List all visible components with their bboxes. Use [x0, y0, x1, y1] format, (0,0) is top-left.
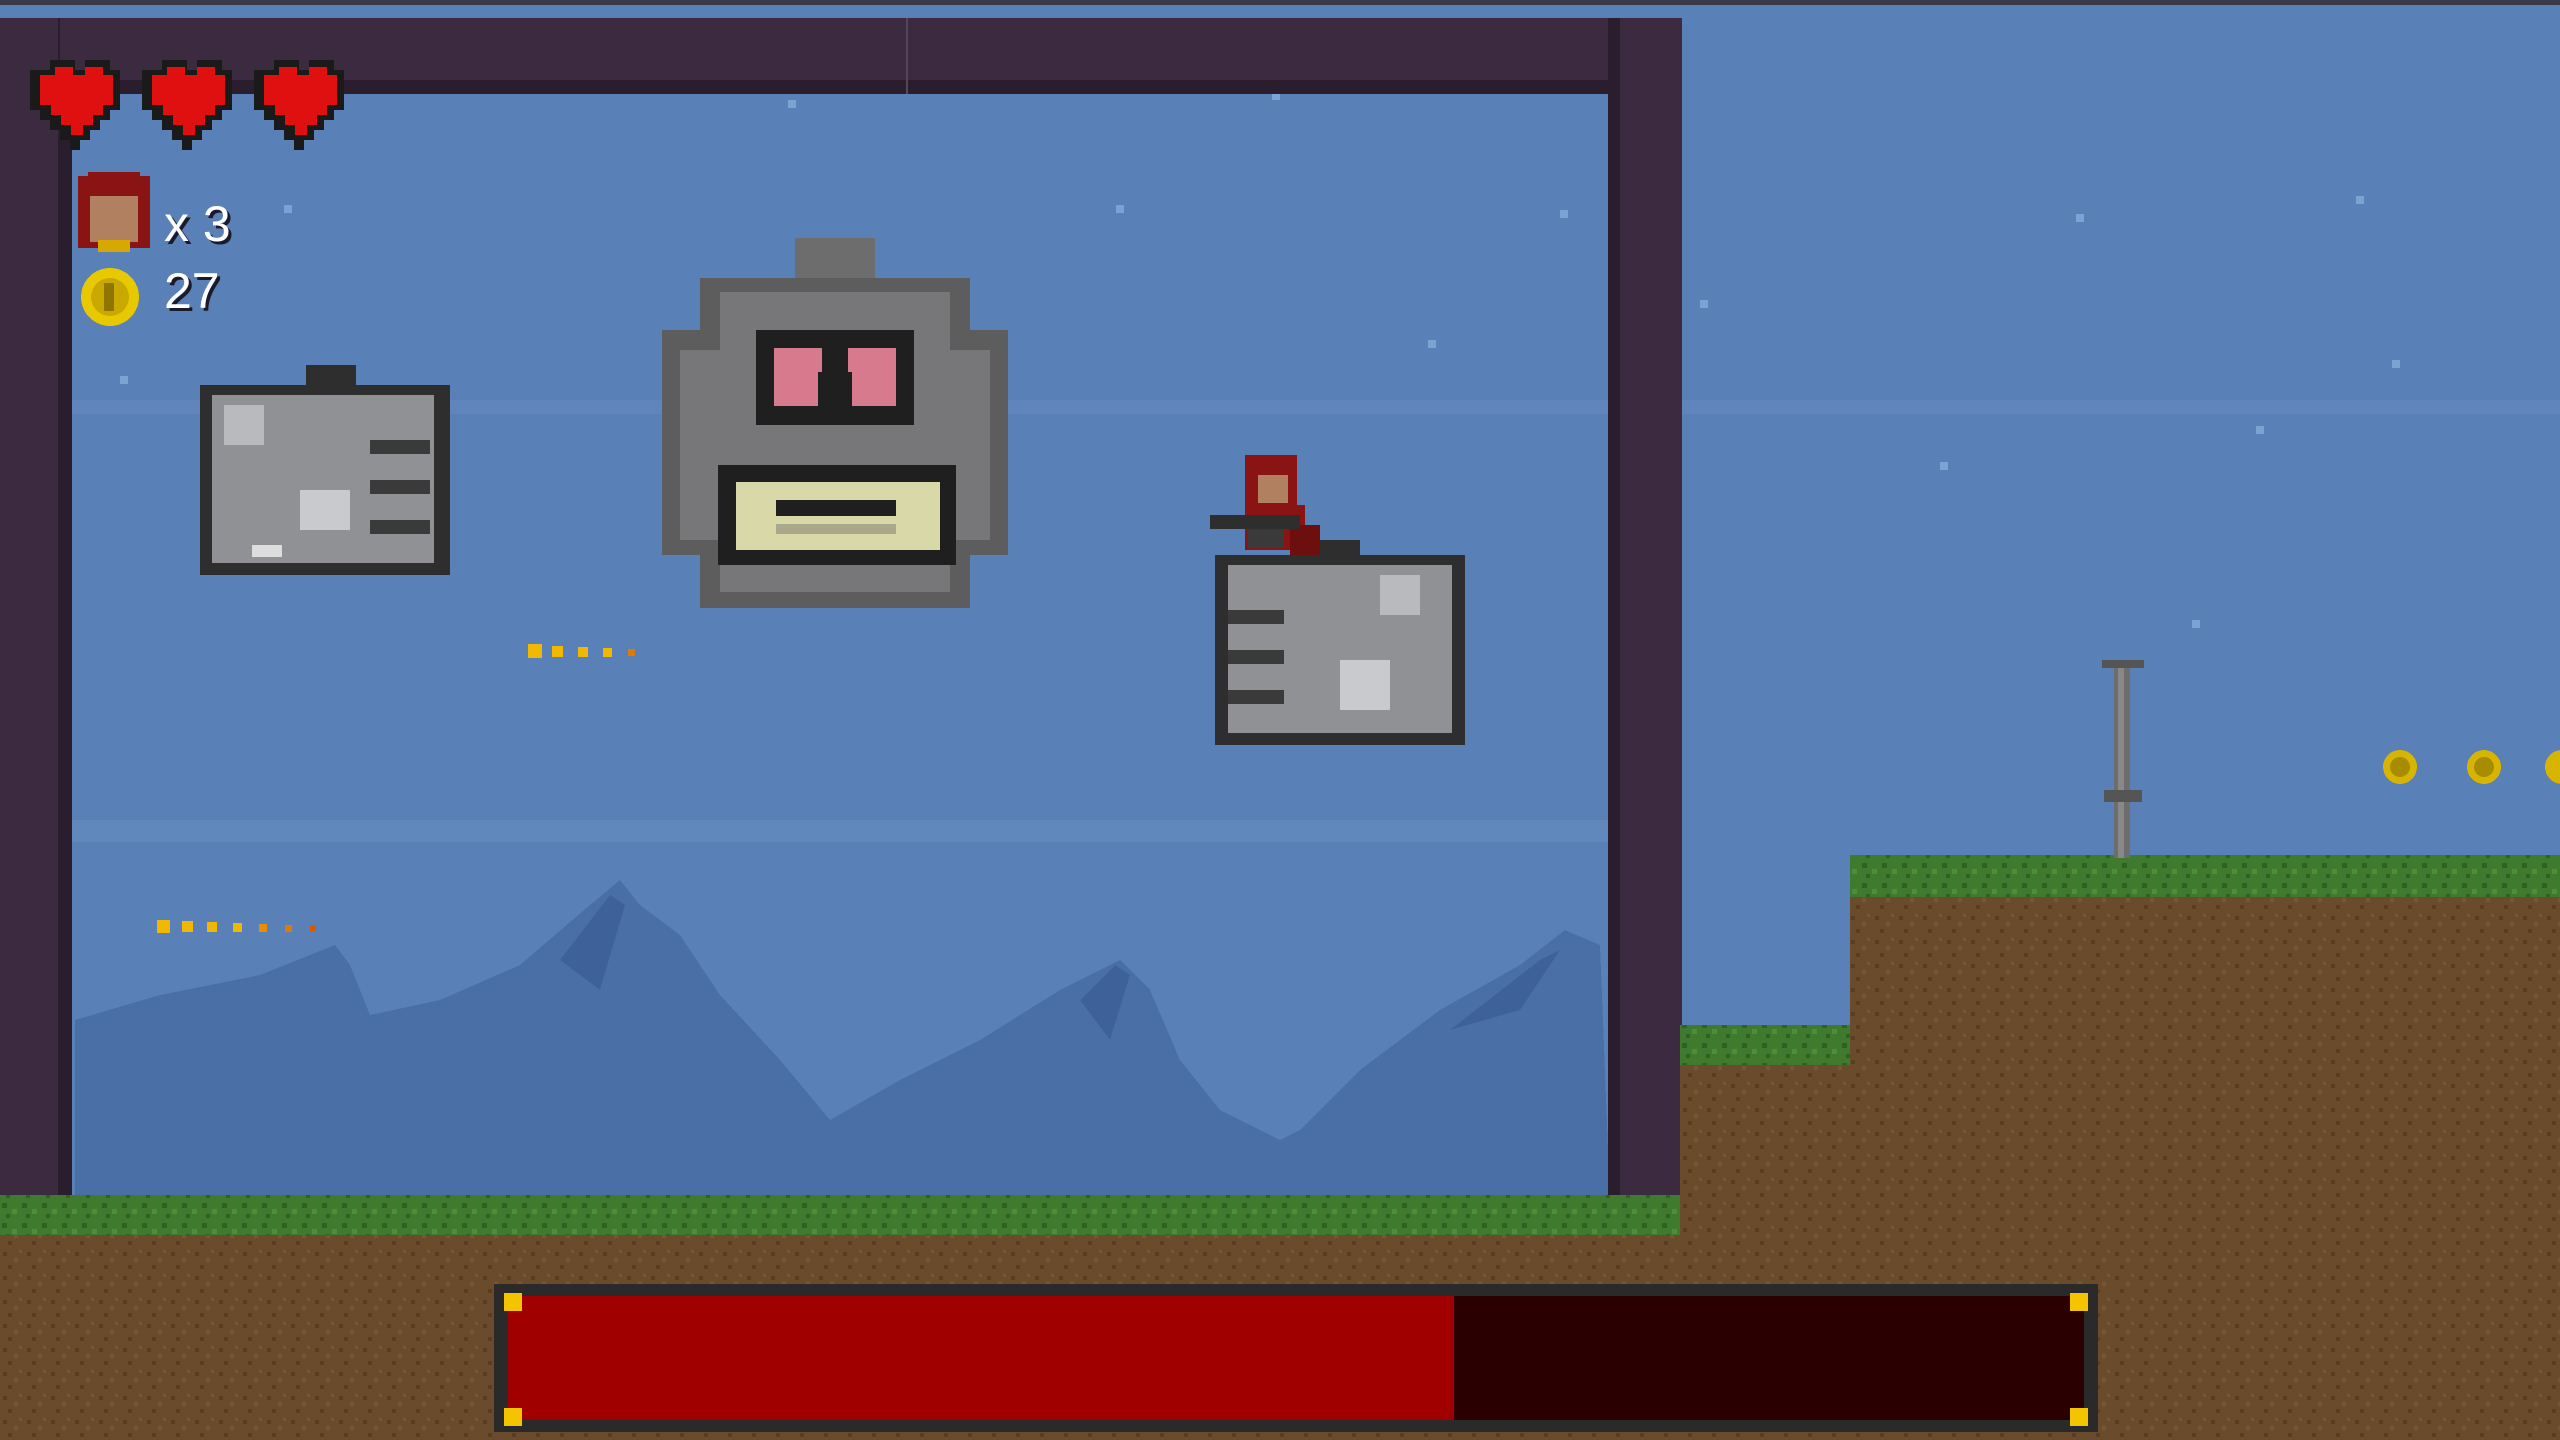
hud-hearts — [30, 60, 344, 150]
boss-fist-right — [1215, 540, 1465, 745]
player-head-icon — [78, 172, 150, 252]
game-scene — [0, 0, 2560, 1440]
game-viewport: x 3 27 — [0, 0, 2560, 1440]
coin-count: 27 — [164, 263, 220, 319]
boss-health-bar — [494, 1284, 2098, 1432]
coin-icon — [81, 268, 139, 326]
lives-count: x 3 — [164, 196, 231, 252]
boss-fist-left — [200, 365, 450, 575]
boss-health-fill — [508, 1296, 1454, 1420]
stone-golem-boss — [662, 238, 1008, 608]
